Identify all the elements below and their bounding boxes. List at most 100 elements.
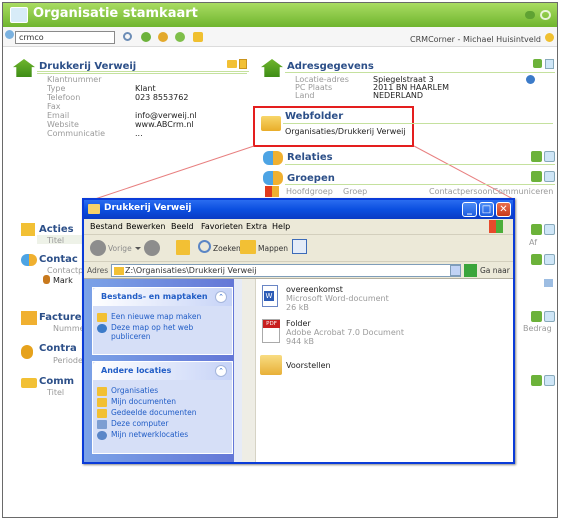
file-size: 944 kB <box>286 337 314 346</box>
contract-title: Contra <box>39 343 77 354</box>
go-label[interactable]: Ga naar <box>480 266 510 275</box>
comm-col: Titel <box>47 388 65 397</box>
copy-right-icon-1[interactable] <box>544 224 555 235</box>
file-name: overeenkomst <box>286 285 343 294</box>
groep-color-icon <box>265 186 279 197</box>
add-groep-icon[interactable] <box>531 171 542 182</box>
collapse-chevron-icon[interactable]: ⌃ <box>215 365 227 377</box>
file-tasks-title: Bestands- en maptaken <box>101 292 208 301</box>
add-relatie-icon[interactable] <box>531 151 542 162</box>
relaties-title: Relaties <box>287 152 333 163</box>
copy-right-icon-2[interactable] <box>544 254 555 265</box>
task-pane-scrollbar[interactable] <box>234 279 242 462</box>
place-netwerklocaties[interactable]: Mijn netwerklocaties <box>93 430 232 441</box>
go-icon[interactable] <box>464 264 477 277</box>
file-name: Folder <box>286 319 311 328</box>
groepen-title: Groepen <box>287 173 335 184</box>
new-folder-icon <box>97 313 107 322</box>
file-item-voorstellen[interactable]: Voorstellen <box>260 355 420 381</box>
place-label: Mijn netwerklocaties <box>111 430 189 439</box>
explorer-title: Drukkerij Verweij <box>104 203 192 213</box>
menu-help[interactable]: Help <box>272 222 290 231</box>
folders-label[interactable]: Mappen <box>258 244 288 253</box>
explorer-toolbar: Vorige Zoeken Mappen <box>84 235 513 262</box>
place-label: Gedeelde documenten <box>111 408 197 417</box>
search-toolbar-label[interactable]: Zoeken <box>213 244 241 253</box>
explorer-titlebar[interactable]: Drukkerij Verweij _ □ ✕ <box>84 200 513 219</box>
task-new-folder-label: Een nieuwe map maken <box>111 312 202 321</box>
address-folder-icon <box>114 267 124 275</box>
acties-icon <box>21 223 35 236</box>
add-right-icon-4[interactable] <box>531 375 542 386</box>
vertical-scrollbar[interactable] <box>242 279 256 462</box>
callout-line-left <box>94 145 255 200</box>
relaties-icon <box>263 151 283 165</box>
folder-large-icon <box>260 355 282 375</box>
back-label[interactable]: Vorige <box>108 244 132 253</box>
collapse-chevron-icon[interactable]: ⌃ <box>215 291 227 303</box>
menu-extra[interactable]: Extra <box>246 222 267 231</box>
file-item-folder-pdf[interactable]: PDF Folder Adobe Acrobat 7.0 Document 94… <box>262 319 422 349</box>
copy-relatie-icon[interactable] <box>544 151 555 162</box>
views-icon[interactable] <box>292 239 307 254</box>
address-bar: Adres Z:\Organisaties\Drukkerij Verweij … <box>84 262 513 279</box>
groepen-divider <box>285 184 555 185</box>
menu-beeld[interactable]: Beeld <box>171 222 194 231</box>
copy-right-icon-4[interactable] <box>544 375 555 386</box>
add-right-icon-3[interactable] <box>531 311 542 322</box>
network-icon <box>97 431 107 440</box>
facturen-title: Facture <box>39 312 82 323</box>
contact-icon <box>21 254 37 266</box>
filter-icon[interactable] <box>544 279 553 287</box>
close-button[interactable]: ✕ <box>496 202 511 217</box>
place-gedeelde-documenten[interactable]: Gedeelde documenten <box>93 408 232 419</box>
other-places-header[interactable]: Andere locaties ⌃ <box>93 362 232 380</box>
right-col-bedrag: Bedrag <box>523 324 552 333</box>
place-label: Deze computer <box>111 419 169 428</box>
place-mijn-documenten[interactable]: Mijn documenten <box>93 397 232 408</box>
other-places-panel: Andere locaties ⌃ Organisaties Mijn docum… <box>92 361 233 454</box>
folders-icon[interactable] <box>240 240 256 254</box>
right-col-af: Af <box>529 238 538 247</box>
menu-bar: Bestand Bewerken Beeld Favorieten Extra … <box>84 219 513 235</box>
facturen-icon <box>21 311 37 325</box>
file-size: 26 kB <box>286 303 309 312</box>
menu-bestand[interactable]: Bestand <box>90 222 123 231</box>
address-input[interactable]: Z:\Organisaties\Drukkerij Verweij <box>111 264 461 277</box>
contact-title: Contac <box>39 254 78 265</box>
dropdown-icon[interactable] <box>135 247 141 250</box>
address-dropdown-icon[interactable] <box>450 265 461 276</box>
place-deze-computer[interactable]: Deze computer <box>93 419 232 430</box>
folder-icon <box>97 387 107 396</box>
task-new-folder[interactable]: Een nieuwe map maken <box>93 312 232 323</box>
crm-window: Organisatie stamkaart crmco CRMCorner - … <box>2 2 558 518</box>
word-doc-icon: W <box>262 285 278 307</box>
menu-bewerken[interactable]: Bewerken <box>126 222 166 231</box>
facturen-col: Numme <box>53 324 85 333</box>
explorer-window: Drukkerij Verweij _ □ ✕ Bestand Bewerken… <box>82 198 515 464</box>
file-list: W overeenkomst Microsoft Word-document 2… <box>242 279 513 462</box>
other-places-title: Andere locaties <box>101 366 172 375</box>
groepen-icon <box>263 171 283 185</box>
forward-icon[interactable] <box>144 240 160 256</box>
acties-title: Acties <box>39 224 74 235</box>
place-label: Organisaties <box>111 386 159 395</box>
add-right-icon-2[interactable] <box>531 254 542 265</box>
publish-web-icon <box>97 324 107 333</box>
contact-row-name[interactable]: Mark <box>53 276 73 285</box>
place-organisaties[interactable]: Organisaties <box>93 386 232 397</box>
file-tasks-header[interactable]: Bestands- en maptaken ⌃ <box>93 288 232 306</box>
copy-groep-icon[interactable] <box>544 171 555 182</box>
my-documents-icon <box>97 398 107 407</box>
maximize-button[interactable]: □ <box>479 202 494 217</box>
up-folder-icon[interactable] <box>176 240 190 255</box>
pdf-icon: PDF <box>262 319 280 343</box>
search-toolbar-icon[interactable] <box>198 240 211 253</box>
menu-favorieten[interactable]: Favorieten <box>201 222 243 231</box>
add-right-icon-1[interactable] <box>531 224 542 235</box>
minimize-button[interactable]: _ <box>462 202 477 217</box>
copy-right-icon-3[interactable] <box>544 311 555 322</box>
task-publish-web[interactable]: Deze map op het web publiceren <box>93 323 232 345</box>
back-icon[interactable] <box>90 240 106 256</box>
file-item-overeenkomst[interactable]: W overeenkomst Microsoft Word-document 2… <box>262 285 422 315</box>
